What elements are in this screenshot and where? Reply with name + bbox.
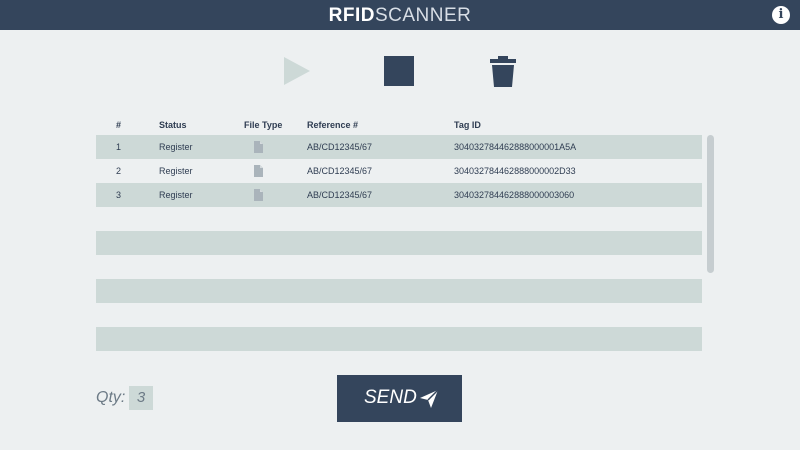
send-label: SEND [364,387,417,408]
trash-icon[interactable] [488,54,518,88]
app-title-bold: RFID [328,5,375,26]
file-icon[interactable] [254,141,263,153]
app-title-light: SCANNER [374,5,472,26]
play-icon[interactable] [282,56,312,86]
table-row[interactable]: 1 Register AB/CD12345/67 304032784462888… [96,135,702,159]
qty-value: 3 [129,386,153,410]
header-tag-id: Tag ID [454,120,481,130]
header-reference: Reference # [307,120,359,130]
qty-label: Qty: [96,389,126,406]
app-title: RFIDSCANNER [0,5,800,27]
row-reference: AB/CD12345/67 [307,166,373,176]
header-status: Status [159,120,187,130]
table-row-empty [96,231,702,255]
row-status: Register [159,166,193,176]
paper-plane-icon [420,389,439,408]
row-num: 3 [116,190,122,200]
row-num: 2 [116,166,122,176]
header-file-type: File Type [244,120,283,130]
tags-table: # Status File Type Reference # Tag ID 1 … [96,114,702,351]
table-row-empty [96,327,702,351]
file-icon[interactable] [254,165,263,177]
table-row[interactable]: 2 Register AB/CD12345/67 304032784462888… [96,159,702,183]
row-reference: AB/CD12345/67 [307,142,373,152]
info-icon[interactable]: i [772,6,790,24]
table-row[interactable]: 3 Register AB/CD12345/67 304032784462888… [96,183,702,207]
table-row-empty [96,279,702,303]
play-icon-graphic [284,57,310,85]
stop-icon[interactable] [384,56,414,86]
table-scrollbar[interactable] [707,135,714,273]
row-tag-id: 304032784462888000003060 [454,190,575,200]
trash-icon-graphic [490,56,516,87]
row-status: Register [159,142,193,152]
header-num: # [116,120,122,130]
row-status: Register [159,190,193,200]
row-tag-id: 304032784462888000002D33 [454,166,576,176]
table-row-empty [96,303,702,327]
table-row-empty [96,255,702,279]
send-button[interactable]: SEND [337,375,462,422]
row-num: 1 [116,142,122,152]
file-icon[interactable] [254,189,263,201]
row-reference: AB/CD12345/67 [307,190,373,200]
table-header: # Status File Type Reference # Tag ID [96,114,702,135]
top-bar: RFIDSCANNER i [0,0,800,30]
table-row-empty [96,207,702,231]
row-tag-id: 304032784462888000001A5A [454,142,577,152]
